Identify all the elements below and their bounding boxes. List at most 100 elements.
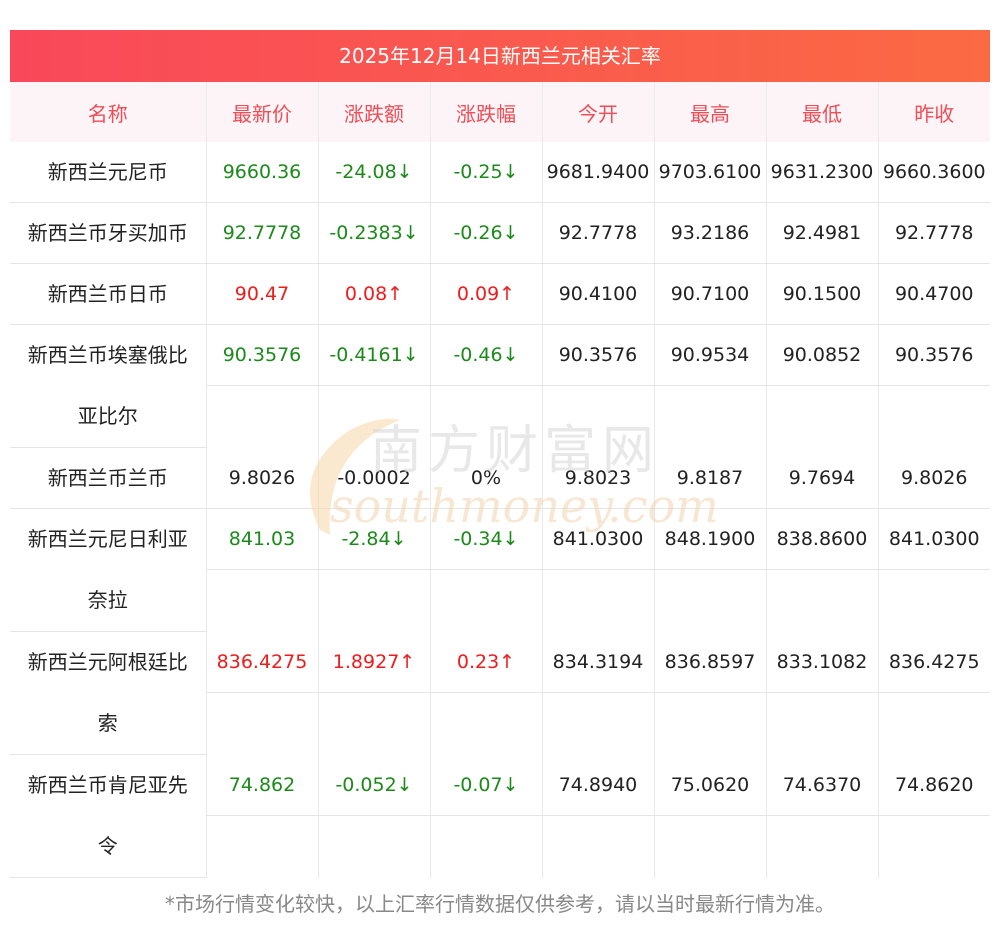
row-change-pct: -0.46↓ xyxy=(430,325,542,386)
row-change-pct-cell: -0.34↓ xyxy=(430,508,543,632)
row-latest: 90.3576 xyxy=(206,325,318,386)
row-high: 9.8187 xyxy=(654,447,767,509)
row-low-cell: 833.1082 xyxy=(766,631,879,755)
row-latest: 92.7778 xyxy=(206,202,319,264)
table-row: 新西兰元尼日利亚 奈拉 841.03 -2.84↓ -0.34↓ 841.030… xyxy=(10,508,990,632)
table-row: 新西兰元尼币 9660.36 -24.08↓ -0.25↓ 9681.9400 … xyxy=(10,142,990,203)
row-change: -0.052↓ xyxy=(318,755,430,816)
row-change: -2.84↓ xyxy=(318,509,430,570)
table-header-row: 名称 最新价 涨跌额 涨跌幅 今开 最高 最低 昨收 xyxy=(10,82,990,142)
table-row: 新西兰币埃塞俄比 亚比尔 90.3576 -0.4161↓ -0.46↓ 90.… xyxy=(10,324,990,448)
row-open-cell: 834.3194 xyxy=(542,631,655,755)
header-low: 最低 xyxy=(766,82,879,142)
header-high: 最高 xyxy=(654,82,767,142)
row-currency-name: 新西兰币肯尼亚先 令 xyxy=(10,754,207,878)
row-latest: 836.4275 xyxy=(206,632,318,693)
table-row: 新西兰币牙买加币 92.7778 -0.2383↓ -0.26↓ 92.7778… xyxy=(10,202,990,264)
row-low: 74.6370 xyxy=(766,755,878,816)
row-currency-name: 新西兰币兰币 xyxy=(10,447,207,509)
row-currency-name: 新西兰币牙买加币 xyxy=(10,202,207,264)
header-name: 名称 xyxy=(10,82,207,142)
row-open: 9681.9400 xyxy=(542,142,655,203)
table-title: 2025年12月14日新西兰元相关汇率 xyxy=(10,30,990,82)
row-high: 848.1900 xyxy=(654,509,766,570)
row-prev-close-cell: 841.0300 xyxy=(878,509,990,632)
row-change-pct: 0.23↑ xyxy=(430,632,542,693)
row-high-cell: 848.1900 xyxy=(654,508,767,632)
row-high: 93.2186 xyxy=(654,202,767,264)
row-prev-close: 74.8620 xyxy=(878,755,990,816)
row-change: -0.2383↓ xyxy=(318,202,431,264)
table-row: 新西兰元阿根廷比 索 836.4275 1.8927↑ 0.23↑ 834.31… xyxy=(10,631,990,755)
row-change: -0.4161↓ xyxy=(318,325,430,386)
row-currency-name: 新西兰币日币 xyxy=(10,263,207,325)
row-open: 841.0300 xyxy=(542,509,654,570)
row-currency-name-line2: 令 xyxy=(97,834,118,858)
row-latest: 90.47 xyxy=(206,263,319,325)
row-low: 9.7694 xyxy=(766,447,879,509)
table-row: 新西兰币肯尼亚先 令 74.862 -0.052↓ -0.07↓ 74.8940… xyxy=(10,754,990,878)
row-open: 834.3194 xyxy=(542,632,654,693)
row-currency-name-line1: 新西兰币肯尼亚先 xyxy=(27,773,188,797)
row-low: 92.4981 xyxy=(766,202,879,264)
row-latest-cell: 90.3576 xyxy=(206,324,319,448)
header-latest: 最新价 xyxy=(206,82,319,142)
row-open-cell: 841.0300 xyxy=(542,508,655,632)
row-prev-close: 90.4700 xyxy=(878,263,990,325)
row-currency-name: 新西兰元尼币 xyxy=(10,142,207,203)
row-open: 90.3576 xyxy=(542,325,654,386)
row-high-cell: 75.0620 xyxy=(654,754,767,878)
row-change: -24.08↓ xyxy=(318,142,431,203)
row-currency-name-line1: 新西兰元阿根廷比 xyxy=(27,650,188,674)
row-currency-name: 新西兰币埃塞俄比 亚比尔 xyxy=(10,324,207,448)
row-prev-close: 836.4275 xyxy=(878,632,990,693)
row-change: -0.0002 xyxy=(318,447,431,509)
row-change-pct: 0.09↑ xyxy=(430,263,543,325)
row-prev-close: 90.3576 xyxy=(878,325,990,386)
row-low: 833.1082 xyxy=(766,632,878,693)
header-open: 今开 xyxy=(542,82,655,142)
row-change-pct: 0% xyxy=(430,447,543,509)
row-high: 75.0620 xyxy=(654,755,766,816)
row-change-pct: -0.34↓ xyxy=(430,509,542,570)
row-latest-cell: 74.862 xyxy=(206,754,319,878)
row-open-cell: 74.8940 xyxy=(542,754,655,878)
row-low-cell: 90.0852 xyxy=(766,324,879,448)
row-currency-name-line1: 新西兰元尼日利亚 xyxy=(27,527,188,551)
header-prev-close: 昨收 xyxy=(878,82,990,142)
row-change-cell: 1.8927↑ xyxy=(318,631,431,755)
row-change-pct: -0.07↓ xyxy=(430,755,542,816)
row-change-pct: -0.26↓ xyxy=(430,202,543,264)
row-latest: 9660.36 xyxy=(206,142,319,203)
row-high: 9703.6100 xyxy=(654,142,767,203)
row-open: 92.7778 xyxy=(542,202,655,264)
row-open-cell: 90.3576 xyxy=(542,324,655,448)
row-open: 90.4100 xyxy=(542,263,655,325)
row-currency-name: 新西兰元尼日利亚 奈拉 xyxy=(10,508,207,632)
row-currency-name-line2: 奈拉 xyxy=(87,588,128,612)
row-change-pct: -0.25↓ xyxy=(430,142,543,203)
row-currency-name-line2: 亚比尔 xyxy=(77,404,138,428)
row-low: 90.0852 xyxy=(766,325,878,386)
row-change-pct-cell: -0.07↓ xyxy=(430,754,543,878)
header-change-pct: 涨跌幅 xyxy=(430,82,543,142)
row-high: 90.9534 xyxy=(654,325,766,386)
row-latest: 841.03 xyxy=(206,509,318,570)
disclaimer-footer: *市场行情变化较快，以上汇率行情数据仅供参考，请以当时最新行情为准。 xyxy=(165,892,835,916)
row-low: 838.8600 xyxy=(766,509,878,570)
row-high-cell: 836.8597 xyxy=(654,631,767,755)
row-prev-close-cell: 836.4275 xyxy=(878,632,990,755)
row-low: 9631.2300 xyxy=(766,142,879,203)
row-latest: 74.862 xyxy=(206,755,318,816)
row-prev-close: 841.0300 xyxy=(878,509,990,570)
row-low-cell: 74.6370 xyxy=(766,754,879,878)
row-high-cell: 90.9534 xyxy=(654,324,767,448)
row-change: 0.08↑ xyxy=(318,263,431,325)
row-prev-close: 92.7778 xyxy=(878,202,990,264)
rate-table-container: 2025年12月14日新西兰元相关汇率 名称 最新价 涨跌额 涨跌幅 今开 最高… xyxy=(10,30,990,878)
row-latest-cell: 841.03 xyxy=(206,508,319,632)
row-change-pct-cell: 0.23↑ xyxy=(430,631,543,755)
row-high: 90.7100 xyxy=(654,263,767,325)
row-change-cell: -2.84↓ xyxy=(318,508,431,632)
rate-table: 名称 最新价 涨跌额 涨跌幅 今开 最高 最低 昨收 新西兰元尼币 9660.3… xyxy=(10,82,990,878)
